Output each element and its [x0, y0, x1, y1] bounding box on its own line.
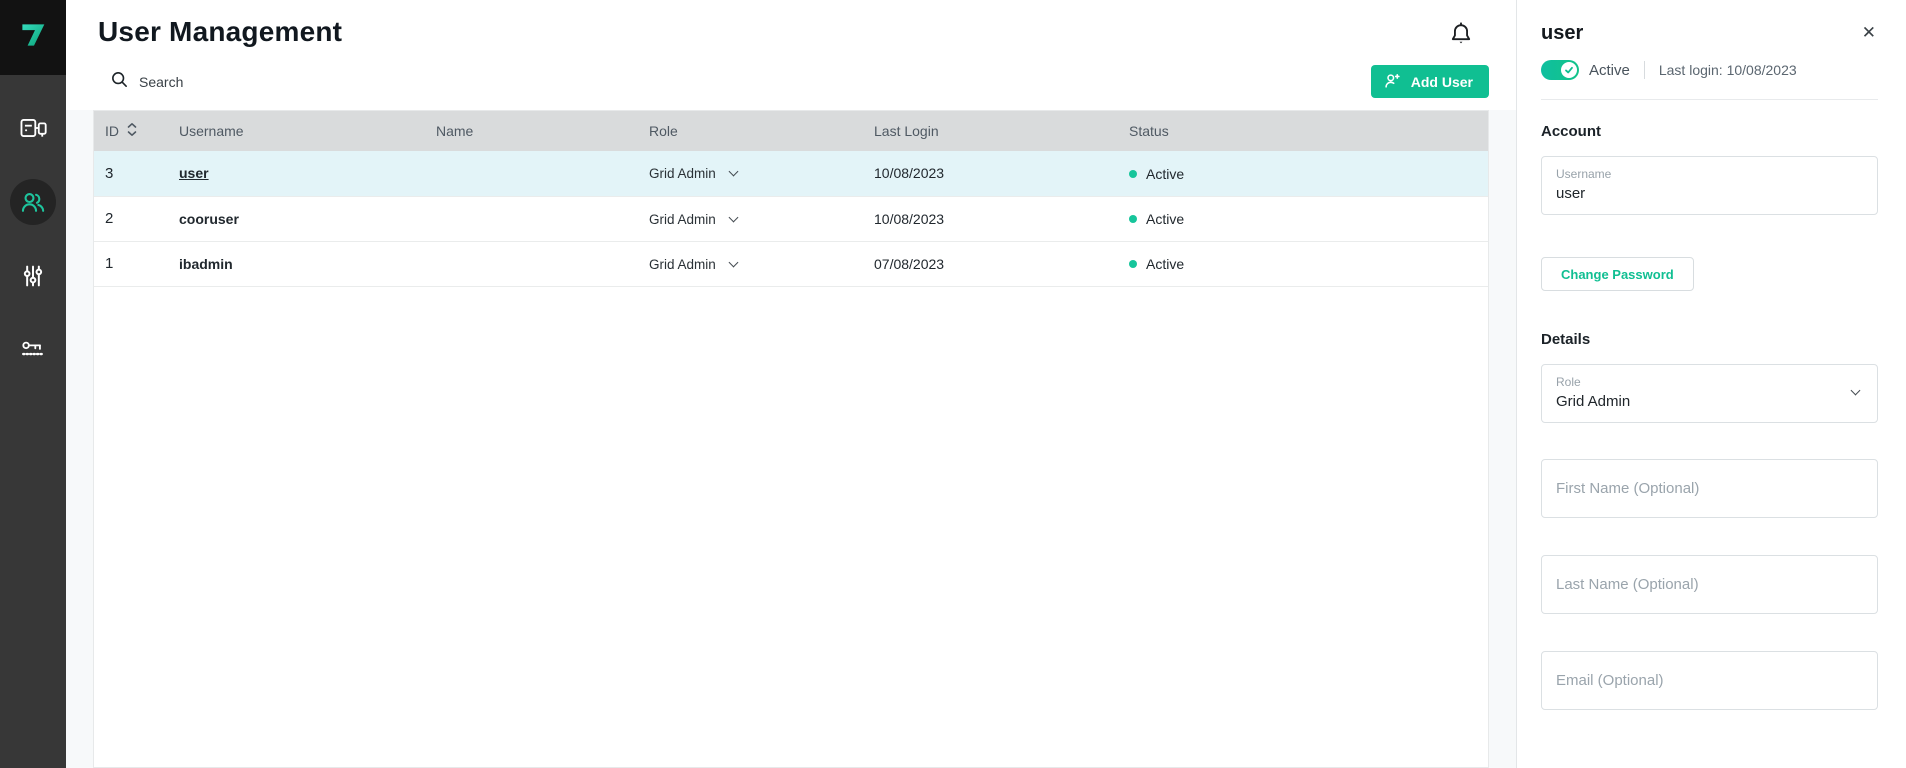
table-header-row: ID Username Name Role Last Logi	[94, 111, 1488, 151]
role-dropdown[interactable]: Grid Admin	[649, 166, 737, 181]
chevron-down-icon	[728, 212, 738, 222]
status-dot	[1129, 215, 1137, 223]
notifications-bell-icon[interactable]	[1444, 18, 1478, 52]
page-title: User Management	[98, 16, 342, 48]
search-icon	[110, 70, 129, 94]
active-label: Active	[1589, 62, 1630, 79]
role-select-value: Grid Admin	[1556, 393, 1863, 410]
toggle-check-icon	[1561, 62, 1577, 78]
devices-icon	[10, 105, 56, 151]
column-header-name[interactable]: Name	[436, 111, 649, 151]
brand-arrow-icon	[16, 18, 50, 57]
sidebar-item-settings[interactable]	[0, 239, 66, 313]
last-login-text: Last login: 10/08/2023	[1659, 62, 1797, 78]
status-badge: Active	[1129, 256, 1184, 272]
table-row[interactable]: 2 cooruser Grid Admin 10/08/2023 Active	[94, 196, 1488, 241]
details-heading: Details	[1541, 331, 1878, 348]
last-name-field[interactable]	[1541, 555, 1878, 614]
cell-name	[436, 151, 649, 196]
change-password-button[interactable]: Change Password	[1541, 257, 1694, 291]
status-row: Active Last login: 10/08/2023	[1541, 60, 1878, 80]
divider	[1644, 61, 1645, 79]
cell-last-login: 10/08/2023	[874, 151, 1129, 196]
username-field-label: Username	[1556, 167, 1863, 181]
users-icon	[10, 179, 56, 225]
app-logo	[0, 0, 66, 75]
chevron-down-icon	[728, 257, 738, 267]
person-add-icon	[1383, 71, 1402, 93]
table-row[interactable]: 3 user Grid Admin 10/08/2023 Active	[94, 151, 1488, 196]
cell-id: 2	[94, 196, 179, 241]
username-link[interactable]: cooruser	[179, 211, 239, 227]
main-area: User Management	[66, 0, 1516, 768]
main-header: User Management	[66, 0, 1516, 110]
username-link[interactable]: user	[179, 165, 209, 181]
sidebar-item-users[interactable]	[0, 165, 66, 239]
cell-last-login: 10/08/2023	[874, 196, 1129, 241]
role-select[interactable]: Role Grid Admin	[1541, 364, 1878, 423]
content-area: ID Username Name Role Last Logi	[66, 110, 1516, 768]
column-header-role[interactable]: Role	[649, 111, 874, 151]
users-table: ID Username Name Role Last Logi	[94, 111, 1488, 287]
panel-title: user	[1541, 22, 1583, 45]
cell-id: 3	[94, 151, 179, 196]
cell-name	[436, 196, 649, 241]
close-icon[interactable]: ✕	[1860, 22, 1878, 43]
column-header-username[interactable]: Username	[179, 111, 436, 151]
sidebar-item-devices[interactable]	[0, 91, 66, 165]
column-header-last-login[interactable]: Last Login	[874, 111, 1129, 151]
role-dropdown[interactable]: Grid Admin	[649, 212, 737, 227]
active-toggle[interactable]	[1541, 60, 1579, 80]
search-input[interactable]	[139, 74, 439, 90]
status-badge: Active	[1129, 211, 1184, 227]
sliders-icon	[10, 253, 56, 299]
users-table-card: ID Username Name Role Last Logi	[93, 110, 1489, 768]
divider	[1541, 99, 1878, 100]
role-select-label: Role	[1556, 375, 1863, 389]
cell-last-login: 07/08/2023	[874, 241, 1129, 286]
chevron-down-icon	[728, 167, 738, 177]
username-link[interactable]: ibadmin	[179, 256, 233, 272]
user-detail-panel: user ✕ Active Last login: 10/08/2023 Acc…	[1516, 0, 1906, 768]
column-header-status[interactable]: Status	[1129, 111, 1488, 151]
add-user-button[interactable]: Add User	[1371, 65, 1489, 98]
toolbar: Add User	[66, 62, 1516, 102]
sidebar	[0, 0, 66, 768]
username-field[interactable]: Username user	[1541, 156, 1878, 215]
cell-name	[436, 241, 649, 286]
cell-id: 1	[94, 241, 179, 286]
account-heading: Account	[1541, 123, 1878, 140]
first-name-field[interactable]	[1541, 459, 1878, 518]
status-dot	[1129, 170, 1137, 178]
username-field-value: user	[1556, 185, 1863, 202]
status-badge: Active	[1129, 166, 1184, 182]
sort-icon[interactable]	[127, 122, 137, 140]
status-dot	[1129, 260, 1137, 268]
column-header-id[interactable]: ID	[94, 111, 179, 151]
add-user-label: Add User	[1411, 74, 1473, 90]
sidebar-item-api-keys[interactable]	[0, 313, 66, 387]
search-bar	[110, 70, 439, 94]
role-dropdown[interactable]: Grid Admin	[649, 257, 737, 272]
email-field[interactable]	[1541, 651, 1878, 710]
sidebar-nav	[0, 75, 66, 387]
table-row[interactable]: 1 ibadmin Grid Admin 07/08/2023 Active	[94, 241, 1488, 286]
key-icon	[10, 327, 56, 373]
